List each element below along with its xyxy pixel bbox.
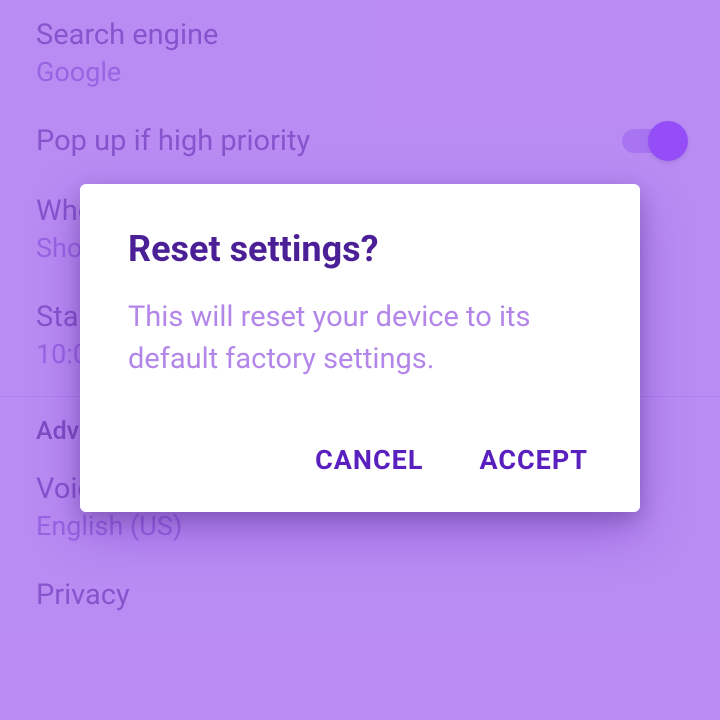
dialog-body: This will reset your device to its defau…: [128, 296, 592, 380]
dialog-actions: CANCEL ACCEPT: [128, 436, 592, 484]
accept-button[interactable]: ACCEPT: [475, 436, 592, 484]
dialog-title: Reset settings?: [128, 228, 592, 270]
cancel-button[interactable]: CANCEL: [311, 436, 427, 484]
reset-settings-dialog: Reset settings? This will reset your dev…: [80, 184, 640, 512]
